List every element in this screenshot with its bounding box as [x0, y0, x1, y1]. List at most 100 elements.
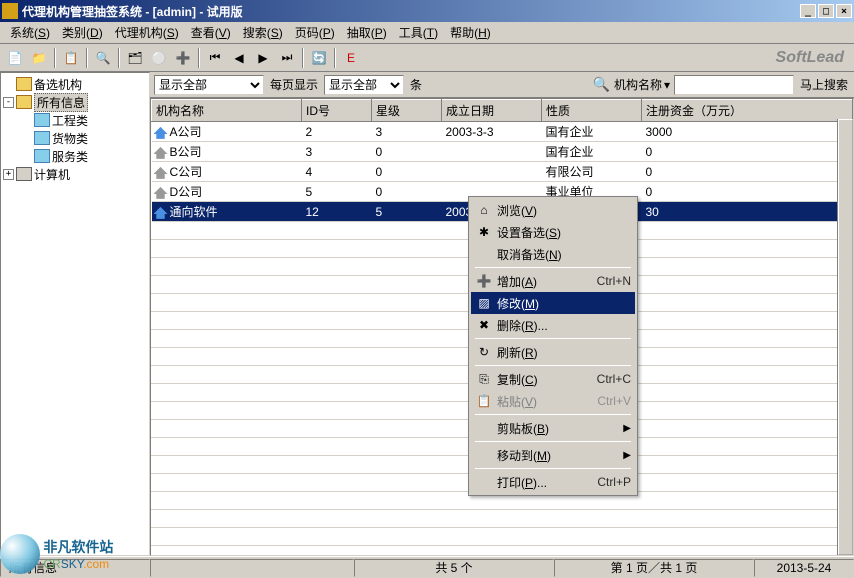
toolbar-btn-7[interactable]: ➕: [172, 47, 194, 69]
blank-icon: [475, 447, 493, 463]
menu-item[interactable]: 系统(S): [4, 22, 56, 43]
table-cell: D公司: [152, 182, 302, 202]
toolbar-btn-3[interactable]: 📋: [60, 47, 82, 69]
filter-bar: 显示全部 每页显示 显示全部 条 🔍 机构名称 ▾ 马上搜索: [150, 72, 854, 98]
menu-separator: [475, 338, 631, 339]
shortcut-label: Ctrl+N: [597, 274, 631, 288]
menu-separator: [475, 365, 631, 366]
tree-item[interactable]: 备选机构: [3, 75, 147, 93]
tree-item[interactable]: 服务类: [3, 147, 147, 165]
menu-item[interactable]: 页码(P): [289, 22, 341, 43]
status-page: 第 1 页／共 1 页: [554, 559, 754, 577]
blank-icon: [475, 474, 493, 490]
menu-item[interactable]: 搜索(S): [237, 22, 289, 43]
context-menu-item[interactable]: 剪贴板(B)▶: [471, 417, 635, 439]
search-now-link[interactable]: 马上搜索: [798, 76, 850, 93]
column-header[interactable]: 机构名称: [152, 100, 302, 122]
table-cell: 3: [372, 122, 442, 142]
table-cell: 0: [642, 182, 853, 202]
menu-label: 浏览(V): [497, 202, 631, 219]
context-menu-item[interactable]: 移动到(M)▶: [471, 444, 635, 466]
house-icon: [154, 147, 168, 159]
menu-item[interactable]: 代理机构(S): [109, 22, 185, 43]
table-row[interactable]: C公司40有限公司0: [152, 162, 853, 182]
blank-icon: [475, 420, 493, 436]
context-menu-item[interactable]: ⎘复制(C)Ctrl+C: [471, 368, 635, 390]
house-icon: [154, 167, 168, 179]
table-row[interactable]: B公司30国有企业0: [152, 142, 853, 162]
table-cell: 4: [302, 162, 372, 182]
toolbar-btn-6[interactable]: ⚪: [148, 47, 170, 69]
titlebar: 代理机构管理抽签系统 - [admin] - 试用版 _ □ ×: [0, 0, 854, 22]
table-row[interactable]: A公司232003-3-3国有企业3000: [152, 122, 853, 142]
menu-item[interactable]: 抽取(P): [341, 22, 393, 43]
minimize-button[interactable]: _: [800, 4, 816, 18]
tree-label: 货物类: [52, 130, 88, 147]
tree-panel[interactable]: 备选机构-所有信息工程类货物类服务类 + 计算机: [0, 72, 150, 556]
toolbar-btn-2[interactable]: 📁: [28, 47, 50, 69]
refresh-icon: ↻: [475, 344, 493, 360]
menu-label: 设置备选(S): [497, 224, 631, 241]
column-header[interactable]: 星级: [372, 100, 442, 122]
menu-label: 剪贴板(B): [497, 420, 623, 437]
tree-item[interactable]: 货物类: [3, 129, 147, 147]
context-menu-item[interactable]: 打印(P)...Ctrl+P: [471, 471, 635, 493]
toolbar-search-icon[interactable]: 🔍: [92, 47, 114, 69]
toolbar-exit-icon[interactable]: E: [340, 47, 362, 69]
folder-icon: [16, 95, 32, 109]
context-menu-item[interactable]: 取消备选(N): [471, 243, 635, 265]
tree-item[interactable]: -所有信息: [3, 93, 147, 111]
tree-label: 计算机: [34, 166, 70, 183]
tree-toggle-icon[interactable]: -: [3, 97, 14, 108]
menu-item[interactable]: 帮助(H): [444, 22, 497, 43]
toolbar-first-icon[interactable]: ⏮: [204, 47, 226, 69]
column-header[interactable]: ID号: [302, 100, 372, 122]
menu-separator: [475, 267, 631, 268]
shortcut-label: Ctrl+V: [597, 394, 631, 408]
context-menu-item[interactable]: ✱设置备选(S): [471, 221, 635, 243]
maximize-button[interactable]: □: [818, 4, 834, 18]
house-icon: [154, 127, 168, 139]
search-input[interactable]: [674, 75, 794, 95]
toolbar-refresh-icon[interactable]: 🔄: [308, 47, 330, 69]
tree-item[interactable]: + 计算机: [3, 165, 147, 183]
column-header[interactable]: 成立日期: [442, 100, 542, 122]
toolbar-last-icon[interactable]: ⏭: [276, 47, 298, 69]
table-cell: 3: [302, 142, 372, 162]
menu-item[interactable]: 工具(T): [393, 22, 444, 43]
toolbar-prev-icon[interactable]: ◀: [228, 47, 250, 69]
menu-item[interactable]: 查看(V): [185, 22, 237, 43]
table-cell: 2: [302, 122, 372, 142]
table-cell: 0: [372, 142, 442, 162]
menu-label: 修改(M): [497, 295, 631, 312]
search-field-dropdown[interactable]: 机构名称 ▾: [614, 76, 670, 93]
context-menu-item[interactable]: ✖删除(R)...: [471, 314, 635, 336]
context-menu-item[interactable]: ↻刷新(R): [471, 341, 635, 363]
tree-toggle-icon[interactable]: +: [3, 169, 14, 180]
submenu-arrow-icon: ▶: [623, 450, 631, 461]
toolbar-btn-1[interactable]: 📄: [4, 47, 26, 69]
table-cell: [442, 162, 542, 182]
shortcut-label: Ctrl+P: [597, 475, 631, 489]
table-cell: 0: [642, 142, 853, 162]
column-header[interactable]: 注册资金（万元）: [642, 100, 853, 122]
toolbar-next-icon[interactable]: ▶: [252, 47, 274, 69]
edit-icon: ▨: [475, 295, 493, 311]
context-menu-item[interactable]: ⌂浏览(V): [471, 199, 635, 221]
filter-showall-2[interactable]: 显示全部: [324, 75, 404, 95]
close-button[interactable]: ×: [836, 4, 852, 18]
status-date: 2013-5-24: [754, 559, 854, 577]
tree-item[interactable]: 工程类: [3, 111, 147, 129]
context-menu-item[interactable]: ➕增加(A)Ctrl+N: [471, 270, 635, 292]
menu-item[interactable]: 类别(D): [56, 22, 109, 43]
tree-label: 备选机构: [34, 76, 82, 93]
table-cell: 国有企业: [542, 142, 642, 162]
filter-showall-1[interactable]: 显示全部: [154, 75, 264, 95]
context-menu-item[interactable]: ▨修改(M): [471, 292, 635, 314]
column-header[interactable]: 性质: [542, 100, 642, 122]
table-cell: 通向软件: [152, 202, 302, 222]
toolbar-btn-5[interactable]: 🗂: [124, 47, 146, 69]
plus-icon: ➕: [475, 273, 493, 289]
home-icon: ⌂: [475, 202, 493, 218]
vertical-scrollbar[interactable]: [837, 119, 853, 555]
